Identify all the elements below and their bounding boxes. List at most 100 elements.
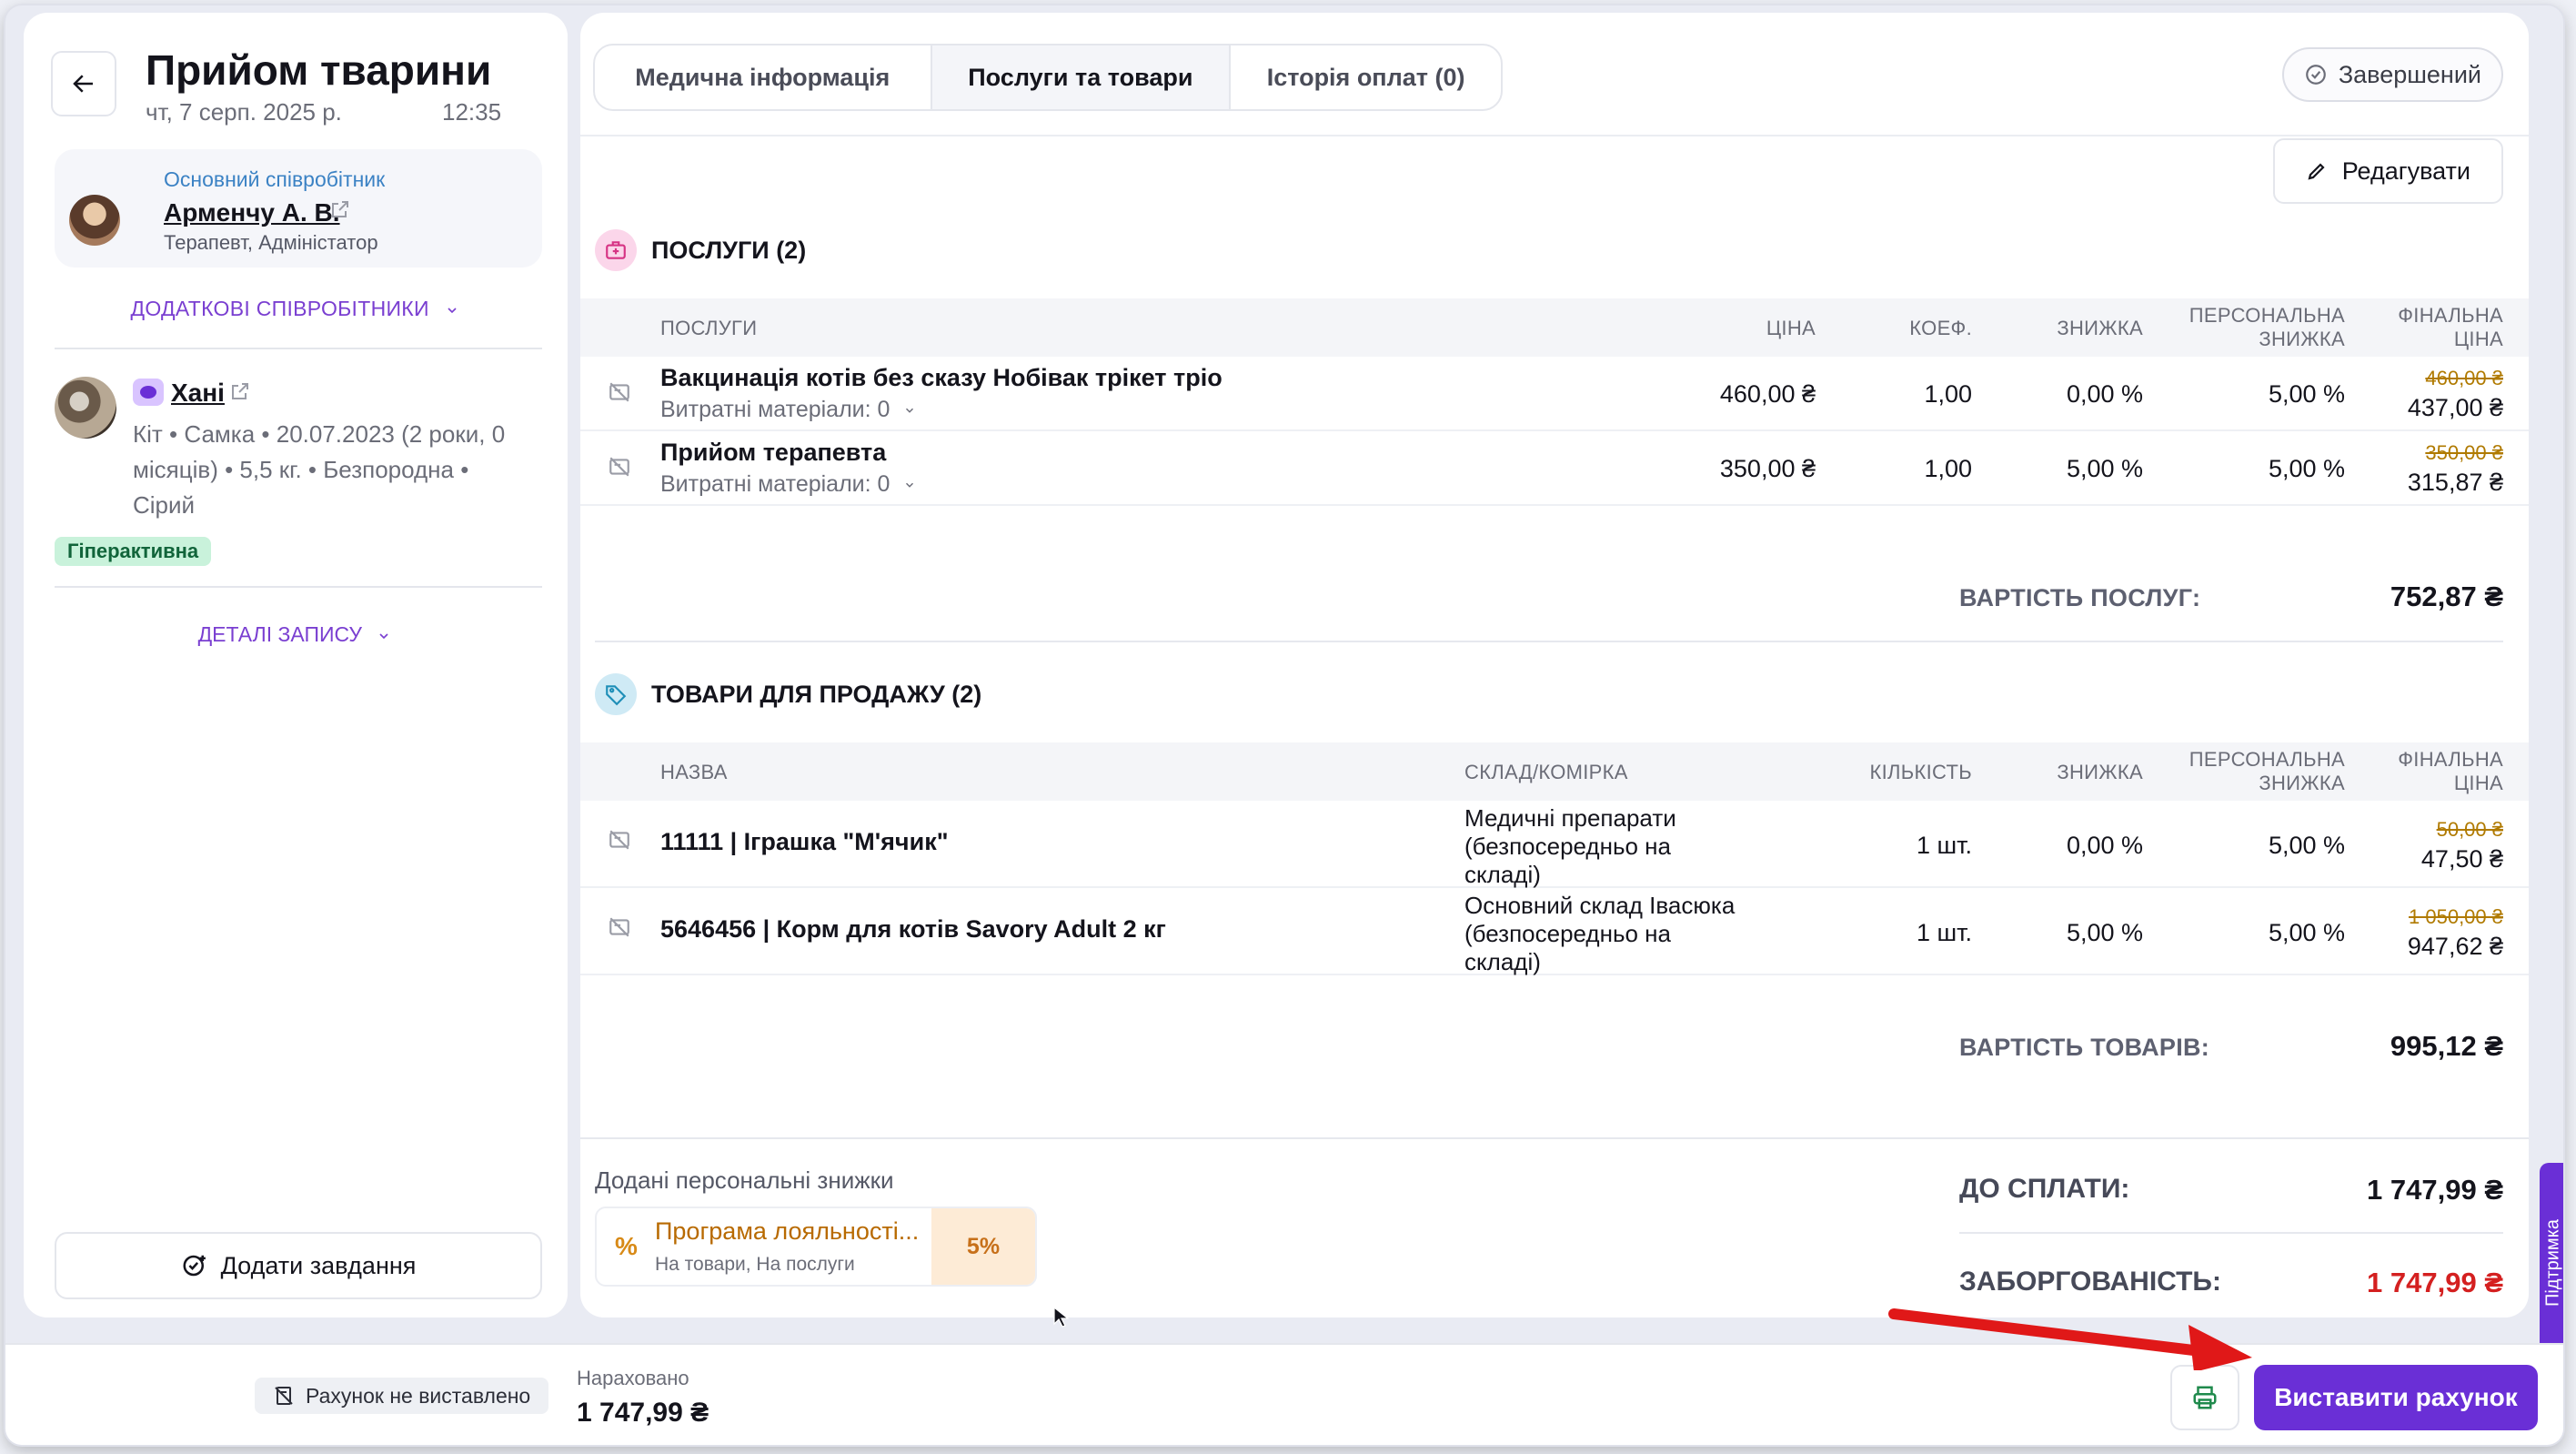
loyalty-discount-card[interactable]: % Програма лояльності... На товари, На п… <box>595 1207 1037 1287</box>
col-final-line1: ФІНАЛЬНА <box>2398 304 2503 327</box>
no-invoice-icon <box>609 382 629 402</box>
tab-services-goods[interactable]: Послуги та товари <box>930 45 1232 109</box>
goods-table-header: НАЗВА СКЛАД/КОМІРКА КІЛЬКІСТЬ ЗНИЖКА ПЕР… <box>580 742 2529 801</box>
discount-scope: На товари, На послуги <box>655 1254 855 1275</box>
medical-kit-icon <box>606 241 626 259</box>
consumables-toggle[interactable]: Витратні матеріали: 0 <box>660 471 918 498</box>
visit-time: 12:35 <box>442 98 502 126</box>
product-discount: 0,00 % <box>2066 832 2143 859</box>
tab-medical-info[interactable]: Медична інформація <box>595 45 931 109</box>
additional-employees-label: ДОДАТКОВІ СПІВРОБІТНИКИ <box>130 297 429 320</box>
product-warehouse: Основний склад Івасюка (безпосередньо на… <box>1464 892 1735 976</box>
col-final-line2: ЦІНА <box>2453 772 2503 794</box>
warehouse-line: складі) <box>1464 948 1541 975</box>
product-quantity: 1 шт. <box>1916 832 1972 859</box>
issue-invoice-button[interactable]: Виставити рахунок <box>2254 1365 2538 1430</box>
consumables-toggle[interactable]: Витратні матеріали: 0 <box>660 397 918 423</box>
services-goods-panel: Медична інформація Послуги та товари Іст… <box>580 13 2529 1318</box>
pet-badge-icon <box>140 386 156 399</box>
discount-program-name: Програма лояльності... <box>655 1217 920 1245</box>
divider <box>1959 1232 2503 1234</box>
app-window: Прийом тварини чт, 7 серп. 2025 р. 12:35… <box>5 5 2563 1445</box>
chevron-down-icon <box>906 482 914 488</box>
table-row[interactable]: 11111 | Іграшка "М'ячик" Медичні препара… <box>580 801 2529 888</box>
old-price: 460,00 ₴ <box>2425 367 2503 389</box>
col-final-price: ФІНАЛЬНА ЦІНА <box>2398 748 2503 795</box>
divider <box>55 586 542 588</box>
old-price: 50,00 ₴ <box>2436 818 2503 841</box>
divider <box>55 348 542 349</box>
annotation-arrow-icon <box>1888 1308 2252 1370</box>
goods-title: ТОВАРИ ДЛЯ ПРОДАЖУ (2) <box>651 681 982 708</box>
task-add-icon <box>183 1255 206 1277</box>
edit-button[interactable]: Редагувати <box>2272 138 2503 204</box>
printer-icon <box>2193 1386 2217 1409</box>
discount-value: 5% <box>931 1208 1035 1285</box>
service-final-price: 350,00 ₴ 315,87 ₴ <box>2408 439 2503 497</box>
col-final-line2: ЦІНА <box>2453 328 2503 350</box>
tab-payment-history[interactable]: Історія оплат (0) <box>1231 45 1501 109</box>
services-title: ПОСЛУГИ (2) <box>651 237 807 264</box>
warehouse-line: Основний склад Івасюка <box>1464 892 1736 919</box>
personal-discounts-label: Додані персональні знижки <box>595 1166 894 1194</box>
service-coef: 1,00 <box>1924 380 1972 408</box>
services-section-icon <box>595 229 637 271</box>
col-personal-discount: ПЕРСОНАЛЬНА ЗНИЖКА <box>2189 304 2345 351</box>
additional-employees-toggle[interactable]: ДОДАТКОВІ СПІВРОБІТНИКИ <box>24 297 568 321</box>
visit-details-label: ДЕТАЛІ ЗАПИСУ <box>197 622 363 646</box>
product-final-price: 50,00 ₴ 47,50 ₴ <box>2421 815 2503 873</box>
final-price: 437,00 ₴ <box>2407 394 2503 421</box>
consumables-label: Витратні матеріали: 0 <box>660 397 891 422</box>
main-employee-label: Основний співробітник <box>164 167 386 191</box>
table-row[interactable]: 5646456 | Корм для котів Savory Adult 2 … <box>580 888 2529 975</box>
divider <box>580 1137 2529 1139</box>
no-invoice-icon <box>609 457 629 477</box>
col-personal-line1: ПЕРСОНАЛЬНА <box>2189 304 2345 327</box>
add-task-button[interactable]: Додати завдання <box>55 1232 542 1299</box>
to-pay-label: ДО СПЛАТИ: <box>1959 1174 2130 1204</box>
services-table-header: ПОСЛУГИ ЦІНА КОЕФ. ЗНИЖКА ПЕРСОНАЛЬНА ЗН… <box>580 298 2529 357</box>
pet-avatar <box>55 377 116 439</box>
external-link-icon[interactable] <box>329 198 351 220</box>
col-personal-line1: ПЕРСОНАЛЬНА <box>2189 748 2345 771</box>
accrued-value: 1 747,99 ₴ <box>577 1398 709 1428</box>
no-invoice-icon <box>275 1387 293 1405</box>
service-personal-discount: 5,00 % <box>2268 380 2345 408</box>
col-services: ПОСЛУГИ <box>660 317 758 339</box>
chevron-down-icon <box>379 633 388 640</box>
visit-details-toggle[interactable]: ДЕТАЛІ ЗАПИСУ <box>24 622 568 647</box>
final-price: 315,87 ₴ <box>2407 469 2503 496</box>
product-name: 11111 | Іграшка "М'ячик" <box>660 828 949 855</box>
print-button[interactable] <box>2170 1365 2239 1430</box>
warehouse-line: Медичні препарати <box>1464 804 1676 832</box>
table-row[interactable]: Вакцинація котів без сказу Нобівак тріке… <box>580 357 2529 431</box>
product-warehouse: Медичні препарати (безпосередньо на скла… <box>1464 804 1676 889</box>
accrued-label: Нараховано <box>577 1367 689 1389</box>
old-price: 350,00 ₴ <box>2425 441 2503 464</box>
pencil-icon <box>2308 163 2325 180</box>
chevron-down-icon <box>447 308 457 314</box>
warehouse-line: складі) <box>1464 861 1541 888</box>
debt-label: ЗАБОРГОВАНІСТЬ: <box>1959 1267 2221 1297</box>
employee-name-link[interactable]: Арменчу А. В. <box>164 198 340 227</box>
service-discount: 5,00 % <box>2066 455 2143 482</box>
check-circle-icon <box>2306 65 2326 85</box>
table-row[interactable]: Прийом терапевта Витратні матеріали: 0 3… <box>580 431 2529 506</box>
support-tab[interactable]: Підтримка <box>2540 1163 2563 1363</box>
back-button[interactable] <box>51 51 116 116</box>
final-price: 947,62 ₴ <box>2407 933 2503 960</box>
chevron-down-icon <box>906 408 914 413</box>
col-personal-line2: ЗНИЖКА <box>2259 772 2345 794</box>
to-pay-value: 1 747,99 ₴ <box>2367 1174 2503 1206</box>
invoice-status-label: Рахунок не виставлено <box>306 1383 531 1408</box>
pet-name-link[interactable]: Хані <box>171 379 225 408</box>
product-personal-discount: 5,00 % <box>2268 919 2345 946</box>
final-price: 47,50 ₴ <box>2420 845 2503 873</box>
external-link-icon[interactable] <box>229 380 251 402</box>
invoice-status-badge: Рахунок не виставлено <box>255 1378 549 1414</box>
percent-icon: % <box>615 1232 638 1260</box>
service-discount: 0,00 % <box>2066 380 2143 408</box>
price-tag-icon <box>606 685 627 706</box>
no-invoice-icon <box>609 917 629 937</box>
service-coef: 1,00 <box>1924 455 1972 482</box>
